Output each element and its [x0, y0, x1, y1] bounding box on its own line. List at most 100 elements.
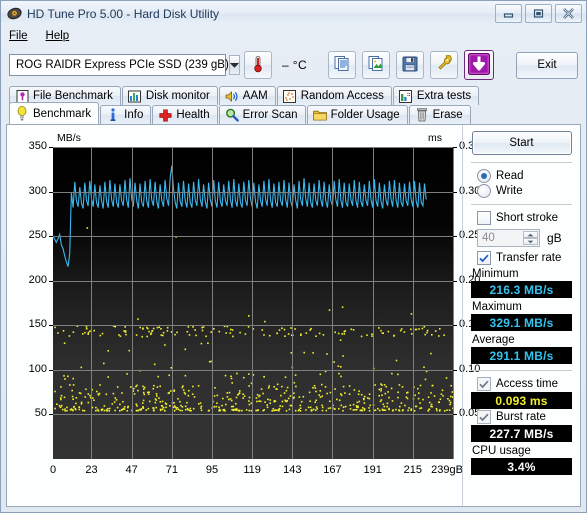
menu-bar: File Help: [1, 26, 586, 45]
average-value: 291.1 MB/s: [471, 347, 572, 364]
options-button[interactable]: [430, 51, 459, 79]
thermometer-icon: [250, 55, 266, 76]
radio-write-label: Write: [496, 185, 523, 197]
x-tick: 191: [363, 464, 382, 476]
divider: [471, 204, 572, 205]
minimum-value: 216.3 MB/s: [471, 281, 572, 298]
start-button[interactable]: Start: [471, 131, 572, 155]
menu-file[interactable]: File: [9, 30, 28, 42]
file-benchmark-icon: [15, 89, 29, 103]
maximum-value: 329.1 MB/s: [471, 314, 572, 331]
spinner-down-icon[interactable]: [523, 238, 538, 245]
tab-extra-tests[interactable]: Extra tests: [392, 86, 480, 105]
checkbox-short-stroke[interactable]: Short stroke: [477, 211, 572, 225]
tab-error-scan-label: Error Scan: [242, 109, 298, 121]
minimize-button[interactable]: [495, 4, 522, 23]
extra-chart-icon: [399, 89, 413, 103]
tab-disk-monitor[interactable]: Disk monitor: [121, 86, 218, 105]
spinner-up-icon[interactable]: [523, 231, 538, 238]
y-tick-mark-right: [453, 414, 457, 416]
toolbar: ROG RAIDR Express PCIe SSD (239 gB) – °C: [1, 45, 586, 85]
x-tick: 119: [243, 464, 261, 476]
tab-erase[interactable]: Erase: [408, 105, 471, 124]
copy-image-button[interactable]: [362, 51, 391, 79]
average-label: Average: [472, 334, 515, 346]
transfer-rate-line: [53, 165, 427, 267]
x-tick: 239gB: [431, 464, 463, 476]
close-button[interactable]: [555, 4, 582, 23]
radio-read-indicator[interactable]: [477, 169, 491, 183]
y-tick-left: 350: [28, 140, 47, 152]
tab-info-label: Info: [124, 109, 144, 121]
divider: [471, 162, 572, 163]
x-tick: 47: [125, 464, 138, 476]
drive-select[interactable]: ROG RAIDR Express PCIe SSD (239 gB): [9, 54, 240, 76]
copy-text-icon: [334, 55, 351, 75]
checkbox-access-time-box[interactable]: [477, 377, 491, 391]
y-tick-left: 200: [28, 273, 47, 286]
maximum-label: Maximum: [472, 301, 522, 313]
tab-disk-monitor-label: Disk monitor: [145, 90, 210, 102]
menu-help[interactable]: Help: [46, 30, 70, 42]
checkbox-transfer-rate[interactable]: Transfer rate: [477, 251, 572, 265]
minimum-label: Minimum: [472, 268, 519, 280]
exit-button[interactable]: Exit: [516, 51, 578, 79]
checkbox-burst-rate[interactable]: Burst rate: [477, 410, 572, 424]
tab-health-label: Health: [176, 109, 210, 121]
controls-panel: Start Read Write Short stroke 40 gB Tran…: [462, 125, 580, 506]
checkbox-short-stroke-box[interactable]: [477, 211, 491, 225]
window-controls: [495, 4, 582, 23]
app-window: HD Tune Pro 5.00 - Hard Disk Utility Fil…: [0, 0, 587, 513]
tab-folder-usage[interactable]: Folder Usage: [306, 105, 408, 124]
tab-aam[interactable]: AAM: [218, 86, 276, 105]
y-axis-left-label: MB/s: [57, 132, 81, 144]
y-axis-right-label: ms: [428, 132, 442, 144]
cpu-usage-label: CPU usage: [472, 445, 531, 457]
copy-text-button[interactable]: [328, 51, 357, 79]
x-tick: 167: [323, 464, 342, 476]
tab-erase-label: Erase: [432, 109, 463, 121]
lightbulb-icon: [15, 106, 29, 121]
tab-random-access-label: Random Access: [300, 90, 384, 102]
grid-line-vertical: [212, 147, 213, 459]
checkbox-burst-rate-box[interactable]: [477, 410, 491, 424]
chevron-down-icon[interactable]: [228, 55, 240, 75]
floppy-disk-icon: [402, 56, 418, 75]
tab-info[interactable]: Info: [100, 105, 152, 124]
grid-line-vertical: [332, 147, 333, 459]
tab-extra-tests-label: Extra tests: [416, 90, 472, 102]
tab-error-scan[interactable]: Error Scan: [218, 105, 306, 124]
grid-line-vertical: [172, 147, 173, 459]
trash-icon: [415, 108, 429, 122]
folder-icon: [312, 108, 327, 122]
window-title: HD Tune Pro 5.00 - Hard Disk Utility: [27, 6, 220, 21]
y-tick-left: 250: [28, 229, 47, 242]
x-tick: 0: [49, 464, 57, 476]
short-stroke-size-input[interactable]: 40: [477, 229, 540, 247]
spinner-buttons[interactable]: [523, 231, 538, 245]
checkbox-access-time[interactable]: Access time: [477, 377, 572, 391]
grid-line-horizontal: [53, 370, 453, 371]
temperature-button[interactable]: [244, 51, 272, 79]
radio-read[interactable]: Read: [477, 169, 572, 183]
tab-random-access[interactable]: Random Access: [276, 86, 392, 105]
tab-health[interactable]: Health: [152, 105, 218, 124]
short-stroke-size-value: 40: [482, 232, 495, 244]
tab-benchmark[interactable]: Benchmark: [9, 102, 100, 124]
bar-chart-icon: [128, 89, 142, 103]
grid-line-vertical: [91, 147, 92, 459]
x-tick: 23: [85, 464, 98, 476]
radio-write-indicator[interactable]: [477, 184, 491, 198]
download-arrow-icon: [468, 52, 491, 78]
grid-line-horizontal: [53, 325, 453, 326]
radio-write[interactable]: Write: [477, 184, 572, 198]
x-tick: 95: [205, 464, 219, 476]
hdtune-icon: [7, 6, 22, 21]
checkbox-transfer-rate-box[interactable]: [477, 251, 491, 265]
save-button[interactable]: [396, 51, 425, 79]
y-tick-mark-right: [453, 280, 457, 282]
maximize-button[interactable]: [525, 4, 552, 23]
grid-line-horizontal: [53, 414, 453, 415]
download-button[interactable]: [464, 50, 495, 80]
drive-select-value: ROG RAIDR Express PCIe SSD (239 gB): [16, 59, 229, 71]
